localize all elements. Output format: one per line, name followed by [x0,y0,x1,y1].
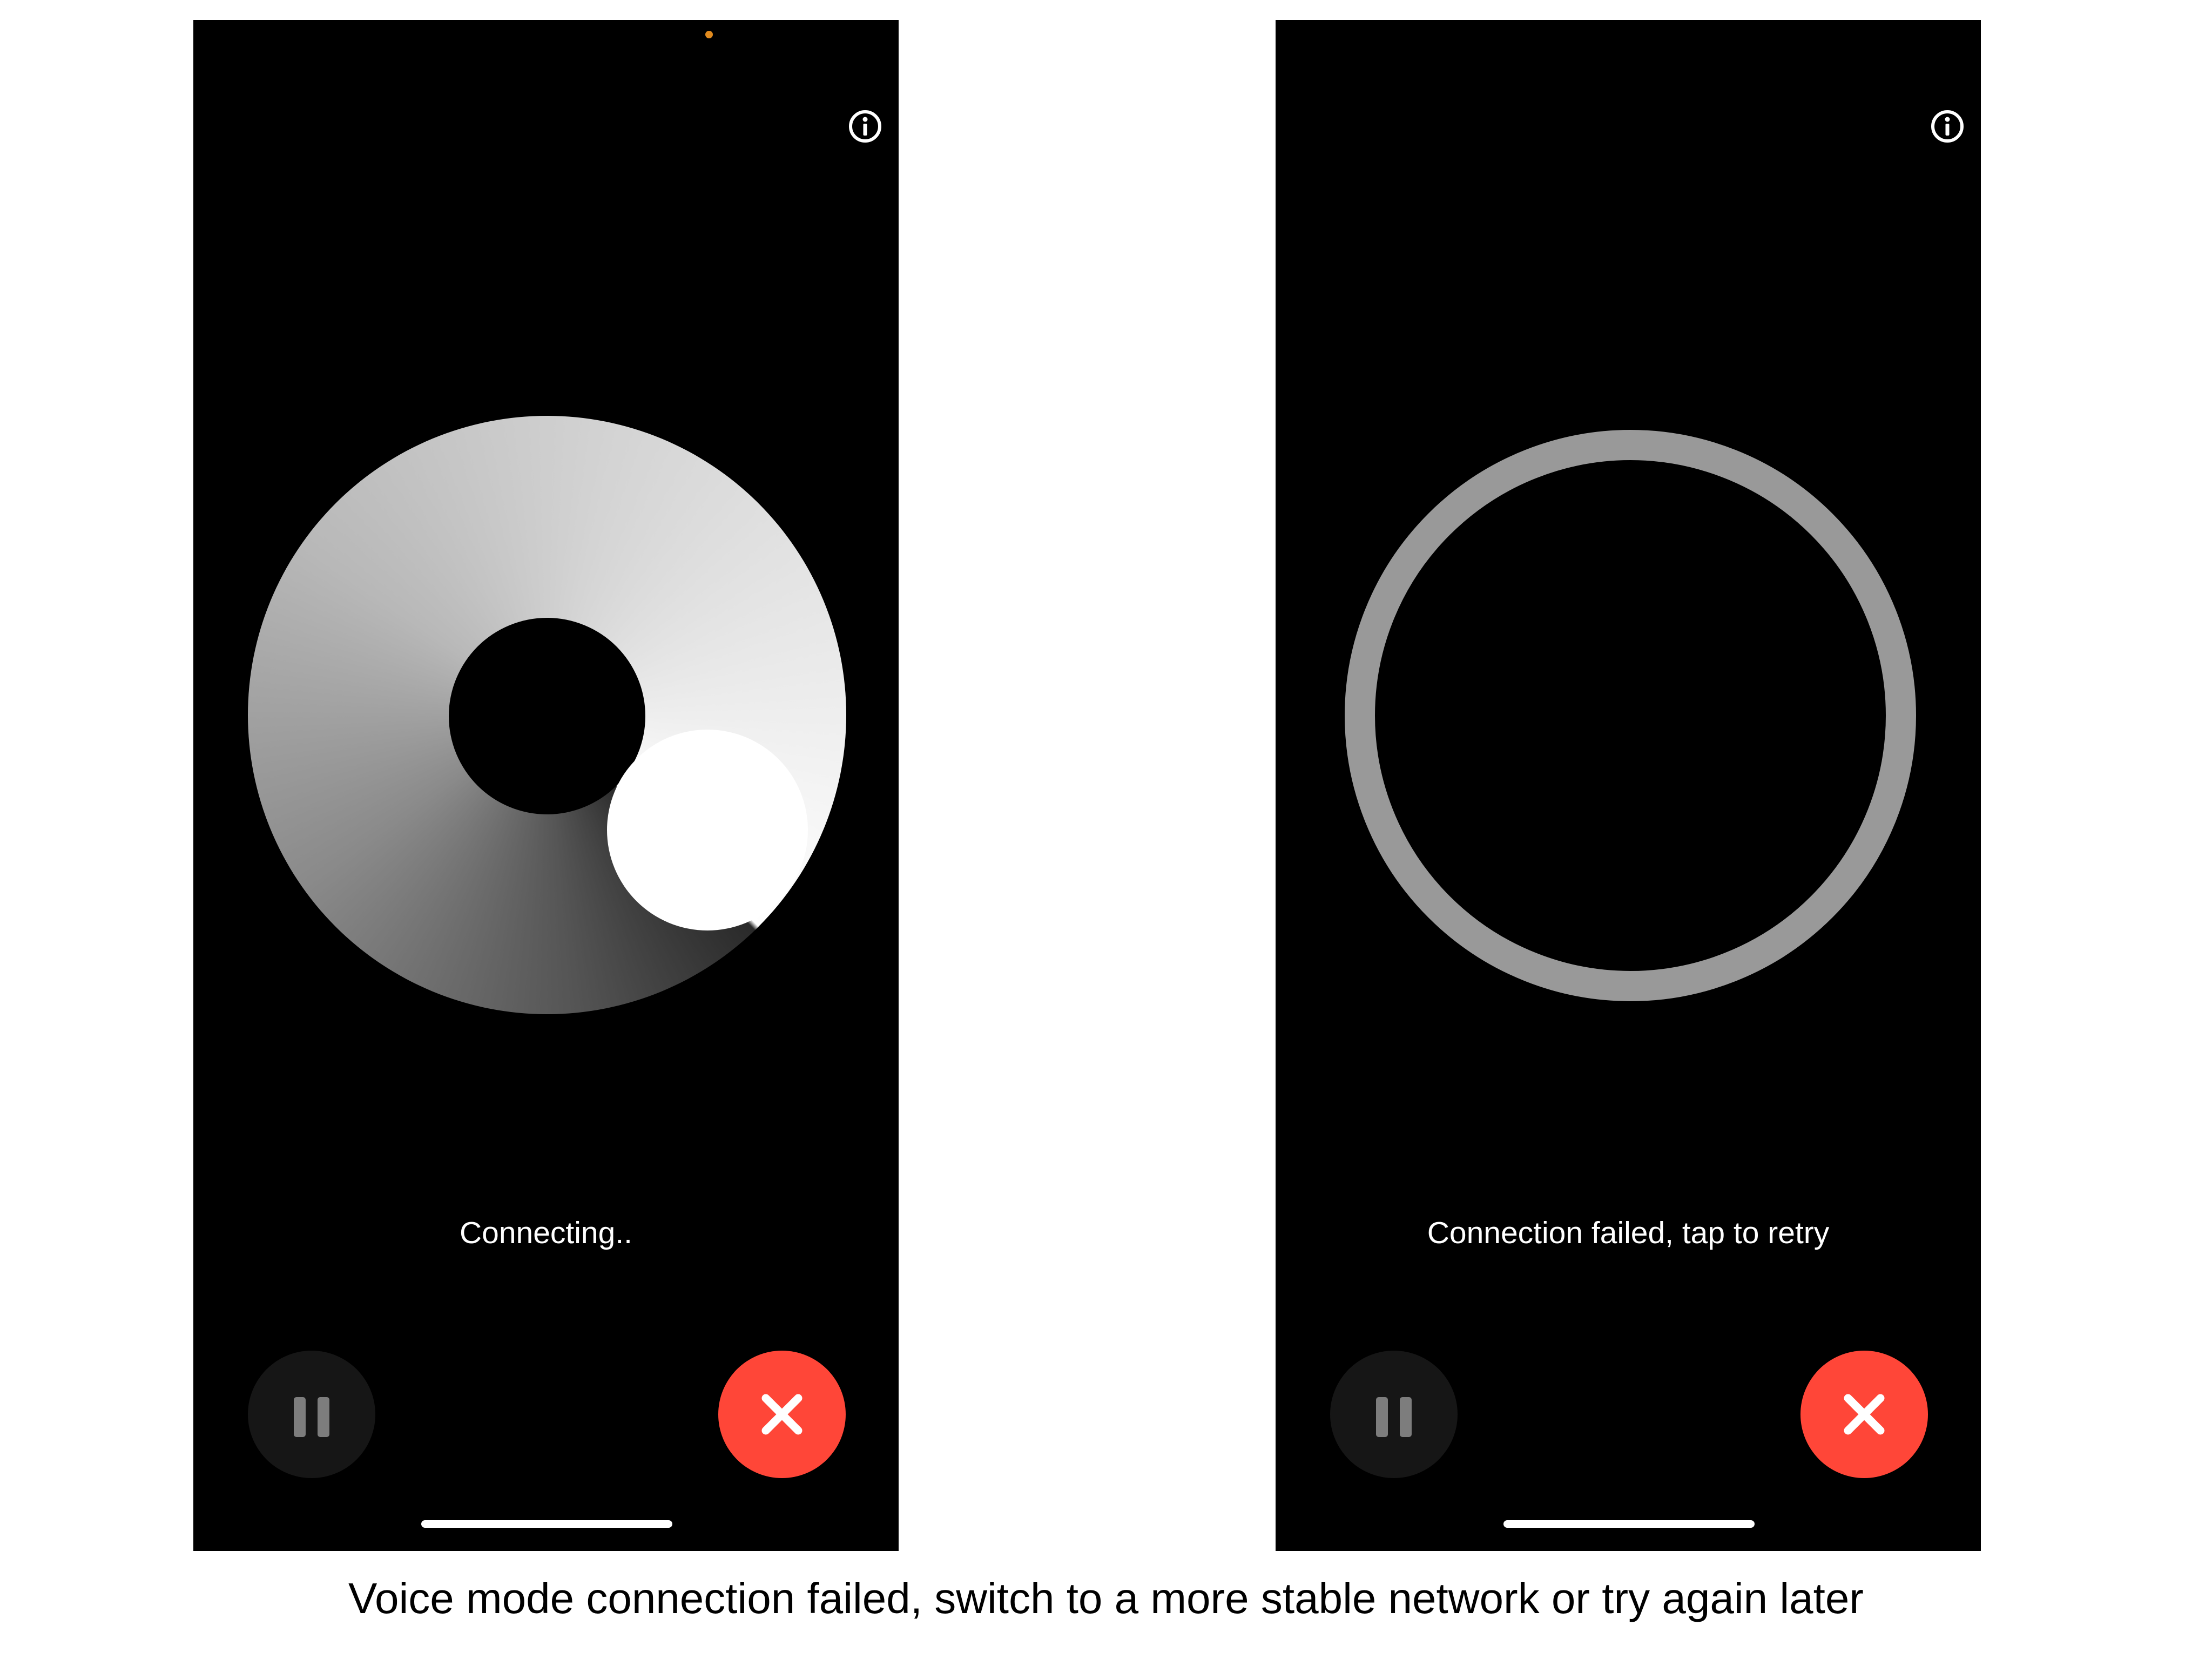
status-indicator-dot [705,31,713,38]
connection-failed-retry-text[interactable]: Connection failed, tap to retry [1276,1211,1981,1255]
voice-orb-knob [607,730,808,930]
pause-icon [1376,1397,1388,1437]
pause-button[interactable] [248,1351,375,1478]
info-icon[interactable] [846,107,885,146]
close-icon [761,1394,802,1435]
voice-orb-center [449,618,645,814]
pause-button[interactable] [1330,1351,1458,1478]
pause-icon [294,1397,306,1437]
pause-icon [1400,1397,1412,1437]
phone-screen-failed: Connection failed, tap to retry [1276,20,1981,1551]
end-call-button[interactable] [1800,1351,1928,1478]
pause-icon [318,1397,329,1437]
home-indicator[interactable] [1503,1520,1755,1528]
figure-caption: Voice mode connection failed, switch to … [348,1574,1864,1622]
connection-status-text: Connecting.. [459,1216,633,1250]
close-icon [1844,1394,1885,1435]
retry-ring[interactable] [1345,430,1916,1001]
home-indicator[interactable] [421,1520,672,1528]
end-call-button[interactable] [718,1351,846,1478]
info-icon[interactable] [1928,107,1967,146]
phone-screen-connecting: Connecting.. [193,20,899,1551]
